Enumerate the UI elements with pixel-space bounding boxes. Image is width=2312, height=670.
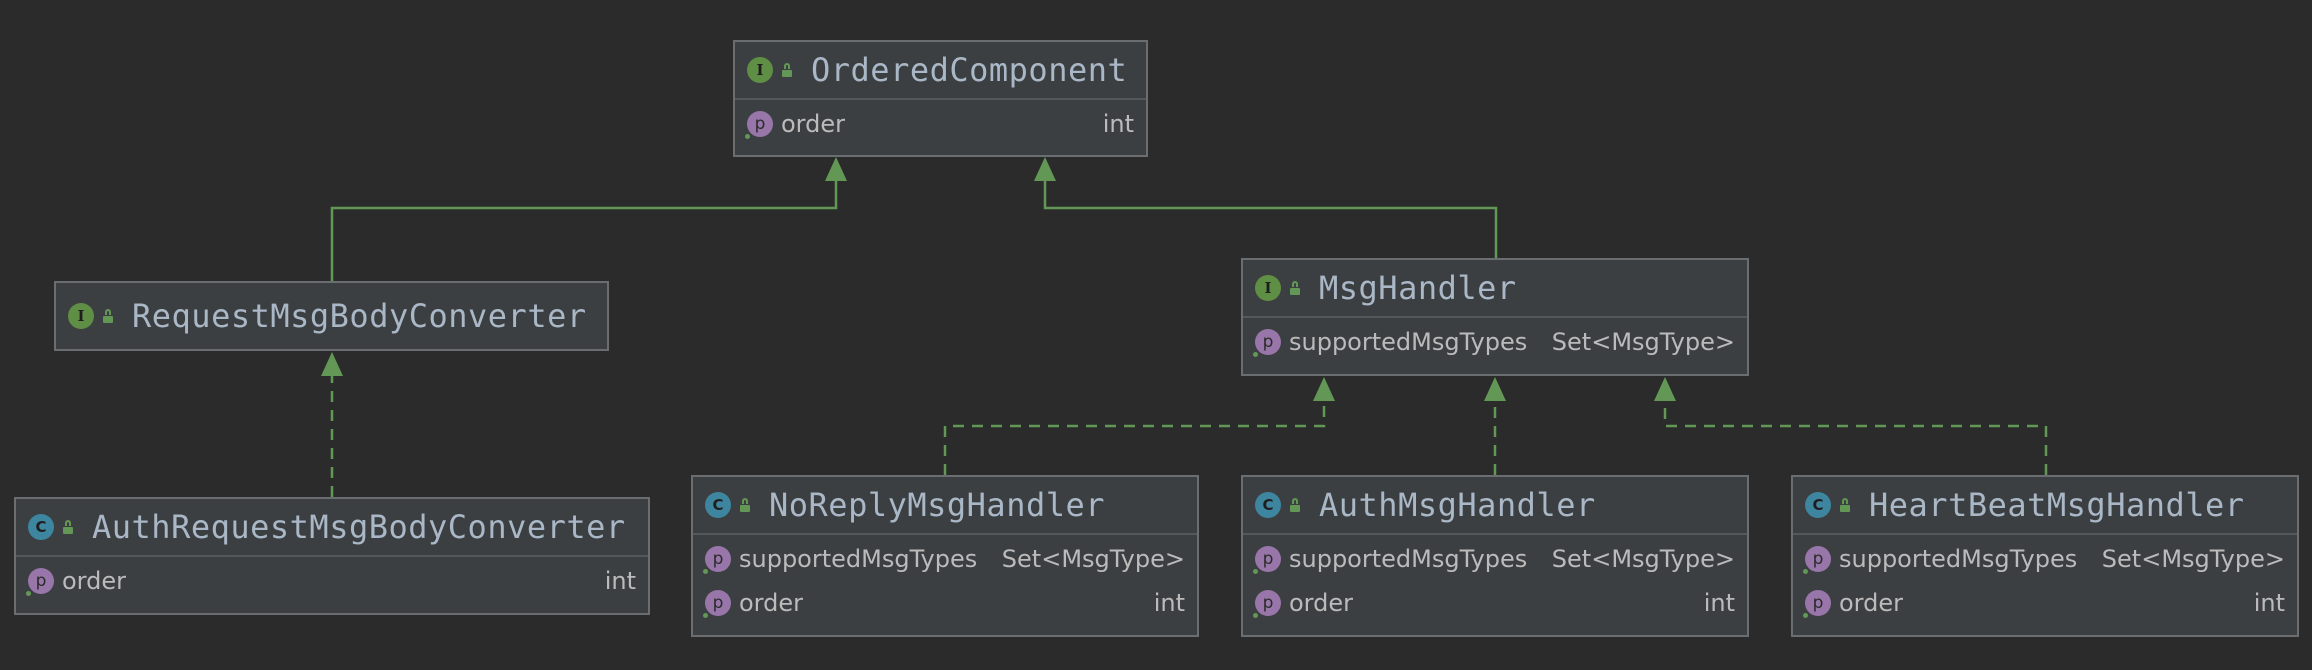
property-icon: p	[703, 546, 731, 574]
node-auth-msg-handler[interactable]: C AuthMsgHandler p supportedMsgTypes Set…	[1241, 475, 1749, 637]
public-lock-icon	[1289, 498, 1301, 512]
property-icon: p	[1253, 590, 1281, 618]
node-title: RequestMsgBodyConverter	[132, 297, 587, 335]
field-name: order	[739, 589, 803, 617]
interface-icon: I	[747, 57, 773, 83]
node-header: C HeartBeatMsgHandler	[1793, 477, 2297, 533]
node-fields: p order int	[16, 555, 648, 603]
field-row: p order int	[735, 102, 1146, 146]
field-row: p supportedMsgTypes Set<MsgType>	[1243, 320, 1747, 364]
field-type: Set<MsgType>	[1551, 328, 1735, 356]
arrowhead-icon	[1654, 377, 1676, 401]
node-no-reply-msg-handler[interactable]: C NoReplyMsgHandler p supportedMsgTypes …	[691, 475, 1199, 637]
field-row: p supportedMsgTypes Set<MsgType>	[1243, 537, 1747, 581]
node-auth-request-msg-body-converter[interactable]: C AuthRequestMsgBodyConverter p order in…	[14, 497, 650, 615]
property-icon: p	[26, 568, 54, 596]
field-row: p order int	[16, 559, 648, 603]
field-name: order	[1839, 589, 1903, 617]
node-heart-beat-msg-handler[interactable]: C HeartBeatMsgHandler p supportedMsgType…	[1791, 475, 2299, 637]
field-type: int	[1102, 110, 1134, 138]
node-fields: p supportedMsgTypes Set<MsgType> p order…	[1243, 533, 1747, 625]
node-title: OrderedComponent	[811, 51, 1128, 89]
node-header: C NoReplyMsgHandler	[693, 477, 1197, 533]
field-name: supportedMsgTypes	[1839, 545, 2078, 573]
node-header: C AuthRequestMsgBodyConverter	[16, 499, 648, 555]
node-msg-handler[interactable]: I MsgHandler p supportedMsgTypes Set<Msg…	[1241, 258, 1749, 376]
field-name: supportedMsgTypes	[1289, 545, 1528, 573]
field-row: p order int	[1793, 581, 2297, 625]
edge-msghandler-extends-ordered	[1043, 174, 1498, 258]
arrowhead-icon	[1313, 377, 1335, 401]
field-name: order	[1289, 589, 1353, 617]
node-title: AuthRequestMsgBodyConverter	[92, 508, 626, 546]
node-title: MsgHandler	[1319, 269, 1517, 307]
edge-request-converter-extends-ordered	[330, 174, 838, 281]
field-name: order	[781, 110, 845, 138]
field-row: p supportedMsgTypes Set<MsgType>	[1793, 537, 2297, 581]
field-type: int	[1703, 589, 1735, 617]
field-type: Set<MsgType>	[1551, 545, 1735, 573]
class-icon: C	[1805, 492, 1831, 518]
property-icon: p	[1253, 329, 1281, 357]
edge-heartbeat-implements-msghandler	[1663, 394, 2048, 475]
field-type: int	[2253, 589, 2285, 617]
arrowhead-icon	[1034, 157, 1056, 181]
property-icon: p	[1803, 546, 1831, 574]
class-icon: C	[28, 514, 54, 540]
arrowhead-icon	[825, 157, 847, 181]
property-icon: p	[1253, 546, 1281, 574]
class-icon: C	[1255, 492, 1281, 518]
node-request-msg-body-converter[interactable]: I RequestMsgBodyConverter	[54, 281, 609, 351]
field-type: int	[604, 567, 636, 595]
public-lock-icon	[62, 520, 74, 534]
field-name: supportedMsgTypes	[1289, 328, 1528, 356]
node-header: C AuthMsgHandler	[1243, 477, 1747, 533]
arrowhead-icon	[321, 352, 343, 376]
node-title: NoReplyMsgHandler	[769, 486, 1106, 524]
interface-icon: I	[1255, 275, 1281, 301]
property-icon: p	[1803, 590, 1831, 618]
node-fields: p supportedMsgTypes Set<MsgType>	[1243, 316, 1747, 364]
property-icon: p	[703, 590, 731, 618]
field-type: int	[1153, 589, 1185, 617]
field-type: Set<MsgType>	[1001, 545, 1185, 573]
node-title: HeartBeatMsgHandler	[1869, 486, 2245, 524]
property-icon: p	[745, 111, 773, 139]
field-name: order	[62, 567, 126, 595]
node-ordered-component[interactable]: I OrderedComponent p order int	[733, 40, 1148, 157]
public-lock-icon	[739, 498, 751, 512]
node-fields: p supportedMsgTypes Set<MsgType> p order…	[693, 533, 1197, 625]
edge-noreply-implements-msghandler	[943, 394, 1326, 475]
node-fields: p supportedMsgTypes Set<MsgType> p order…	[1793, 533, 2297, 625]
node-header: I RequestMsgBodyConverter	[56, 283, 607, 349]
field-name: supportedMsgTypes	[739, 545, 978, 573]
public-lock-icon	[781, 63, 793, 77]
public-lock-icon	[1839, 498, 1851, 512]
node-title: AuthMsgHandler	[1319, 486, 1596, 524]
field-row: p order int	[693, 581, 1197, 625]
interface-icon: I	[68, 303, 94, 329]
field-row: p supportedMsgTypes Set<MsgType>	[693, 537, 1197, 581]
public-lock-icon	[1289, 281, 1301, 295]
node-fields: p order int	[735, 98, 1146, 146]
arrowhead-icon	[1484, 377, 1506, 401]
uml-diagram-canvas: I OrderedComponent p order int I Request…	[0, 0, 2312, 670]
field-type: Set<MsgType>	[2101, 545, 2285, 573]
field-row: p order int	[1243, 581, 1747, 625]
node-header: I OrderedComponent	[735, 42, 1146, 98]
class-icon: C	[705, 492, 731, 518]
node-header: I MsgHandler	[1243, 260, 1747, 316]
public-lock-icon	[102, 309, 114, 323]
